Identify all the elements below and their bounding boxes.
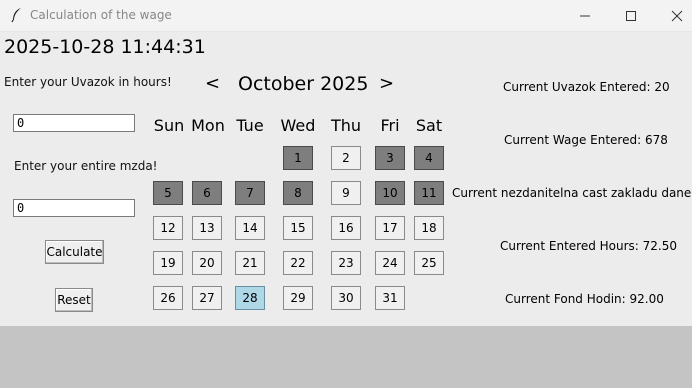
mzda-label: Enter your entire mzda! xyxy=(14,159,158,173)
uvazok-input[interactable]: 0 xyxy=(13,114,135,132)
month-year-label: October 2025 xyxy=(238,73,369,95)
mzda-input[interactable]: 0 xyxy=(13,199,135,217)
next-month-button[interactable]: > xyxy=(379,73,394,94)
calendar-day-31[interactable]: 31 xyxy=(375,286,405,310)
calendar-day-24[interactable]: 24 xyxy=(375,251,405,275)
minimize-button[interactable] xyxy=(562,0,608,31)
minimize-icon xyxy=(579,10,591,22)
bottom-band xyxy=(0,326,692,388)
calendar-day-12[interactable]: 12 xyxy=(153,216,183,240)
weekday-fri: Fri xyxy=(380,116,400,135)
calendar-day-9[interactable]: 9 xyxy=(331,181,361,205)
calendar-day-2[interactable]: 2 xyxy=(331,146,361,170)
calendar-day-27[interactable]: 27 xyxy=(192,286,222,310)
window-title: Calculation of the wage xyxy=(30,8,172,22)
info-uvazok: Current Uvazok Entered: 20 xyxy=(503,80,670,94)
weekday-sat: Sat xyxy=(415,116,443,135)
close-icon xyxy=(671,10,683,22)
weekday-sun: Sun xyxy=(153,116,185,135)
maximize-icon xyxy=(625,10,637,22)
info-wage: Current Wage Entered: 678 xyxy=(504,133,668,147)
calendar-day-19[interactable]: 19 xyxy=(153,251,183,275)
calendar-day-25[interactable]: 25 xyxy=(414,251,444,275)
weekday-thu: Thu xyxy=(330,116,362,135)
calendar-day-4[interactable]: 4 xyxy=(414,146,444,170)
calendar-day-8[interactable]: 8 xyxy=(283,181,313,205)
weekday-tue: Tue xyxy=(236,116,264,135)
calendar-day-20[interactable]: 20 xyxy=(192,251,222,275)
calendar-day-18[interactable]: 18 xyxy=(414,216,444,240)
weekday-wed: Wed xyxy=(280,116,316,135)
feather-icon xyxy=(9,7,25,23)
calendar-day-14[interactable]: 14 xyxy=(235,216,265,240)
calendar-day-29[interactable]: 29 xyxy=(283,286,313,310)
clock-display: 2025-10-28 11:44:31 xyxy=(4,36,206,58)
calendar-day-6[interactable]: 6 xyxy=(192,181,222,205)
reset-button[interactable]: Reset xyxy=(55,288,93,312)
calendar-day-13[interactable]: 13 xyxy=(192,216,222,240)
info-fond: Current Fond Hodin: 92.00 xyxy=(505,292,664,306)
info-nezdanitelna: Current nezdanitelna cast zakladu dane: … xyxy=(452,186,692,200)
calendar-day-17[interactable]: 17 xyxy=(375,216,405,240)
calendar-day-22[interactable]: 22 xyxy=(283,251,313,275)
maximize-button[interactable] xyxy=(608,0,654,31)
calendar-day-16[interactable]: 16 xyxy=(331,216,361,240)
calendar-day-15[interactable]: 15 xyxy=(283,216,313,240)
weekday-mon: Mon xyxy=(191,116,225,135)
title-bar[interactable]: Calculation of the wage xyxy=(0,0,692,32)
prev-month-button[interactable]: < xyxy=(205,73,220,94)
calendar-day-5[interactable]: 5 xyxy=(153,181,183,205)
calendar-day-23[interactable]: 23 xyxy=(331,251,361,275)
calendar-day-7[interactable]: 7 xyxy=(235,181,265,205)
calendar-day-30[interactable]: 30 xyxy=(331,286,361,310)
uvazok-label: Enter your Uvazok in hours! xyxy=(4,75,172,89)
calendar-day-3[interactable]: 3 xyxy=(375,146,405,170)
calculate-button[interactable]: Calculate xyxy=(45,240,104,264)
close-button[interactable] xyxy=(654,0,692,31)
calendar-day-21[interactable]: 21 xyxy=(235,251,265,275)
info-hours: Current Entered Hours: 72.50 xyxy=(500,239,678,253)
calendar-day-11[interactable]: 11 xyxy=(414,181,444,205)
calendar-day-10[interactable]: 10 xyxy=(375,181,405,205)
calendar-day-26[interactable]: 26 xyxy=(153,286,183,310)
calendar-day-1[interactable]: 1 xyxy=(283,146,313,170)
calendar-day-28[interactable]: 28 xyxy=(235,286,265,310)
